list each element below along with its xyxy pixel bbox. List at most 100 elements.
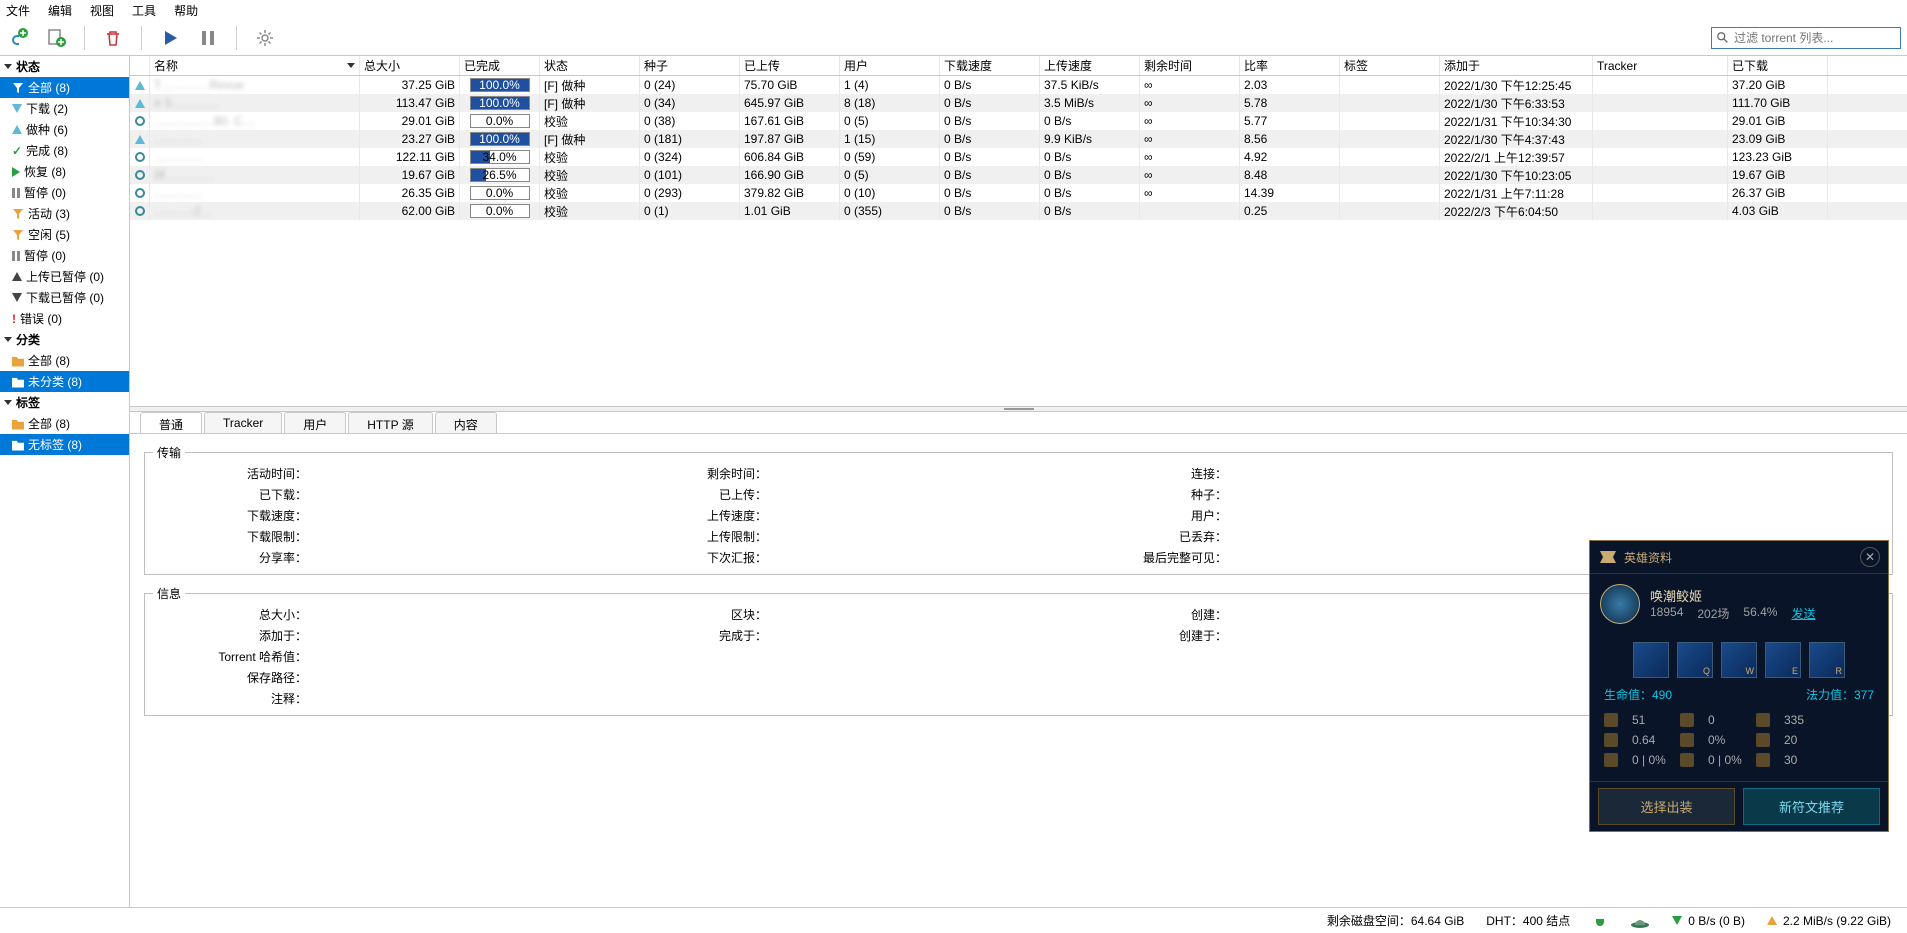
detail-label: 区块：	[613, 606, 773, 623]
sidebar-tags-header[interactable]: 标签	[0, 392, 129, 413]
col-downloaded[interactable]: 已下载	[1728, 56, 1828, 75]
overlay-close-button[interactable]: ✕	[1860, 547, 1880, 567]
sidebar-status-header[interactable]: 状态	[0, 56, 129, 77]
col-tracker[interactable]: Tracker	[1593, 56, 1728, 75]
detail-label	[1073, 648, 1233, 665]
toolbar	[0, 20, 1907, 56]
delete-button[interactable]	[101, 26, 125, 50]
sidebar-status-item[interactable]: 恢复 (8)	[0, 161, 129, 182]
col-status[interactable]: 状态	[540, 56, 640, 75]
search-icon	[1716, 31, 1730, 45]
status-alt-icon[interactable]	[1630, 914, 1650, 928]
ability-icon[interactable]: E	[1765, 642, 1801, 678]
col-eta[interactable]: 剩余时间	[1140, 56, 1240, 75]
abilities: QWER	[1590, 634, 1888, 686]
sidebar-tags-item[interactable]: 全部 (8)	[0, 413, 129, 434]
col-progress[interactable]: 已完成	[460, 56, 540, 75]
table-row[interactable]: e S………… 113.47 GiB 100.0% [F] 做种 0 (34) …	[130, 94, 1907, 112]
tab-peers[interactable]: 用户	[284, 412, 346, 433]
detail-label: 用户：	[1073, 507, 1233, 524]
upload-icon	[1767, 916, 1777, 925]
col-uploaded[interactable]: 已上传	[740, 56, 840, 75]
ability-icon[interactable]: R	[1809, 642, 1845, 678]
detail-label: 已下载：	[153, 486, 313, 503]
sidebar-status-item[interactable]: 上传已暂停 (0)	[0, 266, 129, 287]
col-size[interactable]: 总大小	[360, 56, 460, 75]
sidebar-status-item[interactable]: 全部 (8)	[0, 77, 129, 98]
detail-value	[313, 465, 613, 482]
tab-content[interactable]: 内容	[435, 412, 497, 433]
stat-value: 30	[1784, 753, 1824, 767]
menu-tools[interactable]: 工具	[132, 2, 156, 19]
table-row[interactable]: ………… 26.35 GiB 0.0% 校验 0 (293) 379.82 Gi…	[130, 184, 1907, 202]
status-ul[interactable]: 2.2 MiB/s (9.22 GiB)	[1767, 914, 1891, 928]
col-name[interactable]: 名称	[150, 56, 360, 75]
runes-button[interactable]: 新符文推荐	[1743, 788, 1880, 825]
col-dlspeed[interactable]: 下载速度	[940, 56, 1040, 75]
table-row[interactable]: ………-2… 62.00 GiB 0.0% 校验 0 (1) 1.01 GiB …	[130, 202, 1907, 220]
sidebar-status-item[interactable]: 下载已暂停 (0)	[0, 287, 129, 308]
sidebar-tags-item[interactable]: 无标签 (8)	[0, 434, 129, 455]
settings-button[interactable]	[253, 26, 277, 50]
table-header: 名称 总大小 已完成 状态 种子 已上传 用户 下载速度 上传速度 剩余时间 比…	[130, 56, 1907, 76]
stat-value: 20	[1784, 733, 1824, 747]
sidebar-status-item[interactable]: 暂停 (0)	[0, 182, 129, 203]
champion-avatar	[1600, 584, 1640, 624]
detail-label: 活动时间：	[153, 465, 313, 482]
table-row[interactable]: 环………… 19.67 GiB 26.5% 校验 0 (101) 166.90 …	[130, 166, 1907, 184]
stat-value: 0 | 0%	[1708, 753, 1748, 767]
tab-http[interactable]: HTTP 源	[348, 412, 432, 433]
menu-file[interactable]: 文件	[6, 2, 30, 19]
checking-icon	[134, 169, 145, 181]
sidebar-status-item[interactable]: ✓完成 (8)	[0, 140, 129, 161]
detail-label: 下次汇报：	[613, 549, 773, 566]
sidebar-status-item[interactable]: 暂停 (0)	[0, 245, 129, 266]
detail-label: 剩余时间：	[613, 465, 773, 482]
menu-help[interactable]: 帮助	[174, 2, 198, 19]
filter-input[interactable]	[1734, 31, 1896, 45]
torrent-table: 名称 总大小 已完成 状态 种子 已上传 用户 下载速度 上传速度 剩余时间 比…	[130, 56, 1907, 406]
table-row[interactable]: T…………Revue 37.25 GiB 100.0% [F] 做种 0 (24…	[130, 76, 1907, 94]
resume-button[interactable]	[158, 26, 182, 50]
status-dl[interactable]: 0 B/s (0 B)	[1672, 914, 1745, 928]
col-added[interactable]: 添加于	[1440, 56, 1593, 75]
sidebar-category-item[interactable]: 未分类 (8)	[0, 371, 129, 392]
add-file-button[interactable]	[44, 26, 68, 50]
col-peers[interactable]: 用户	[840, 56, 940, 75]
menu-view[interactable]: 视图	[90, 2, 114, 19]
ability-icon[interactable]: Q	[1677, 642, 1713, 678]
stat-value: 0.64	[1632, 733, 1672, 747]
ability-icon[interactable]	[1633, 642, 1669, 678]
toolbar-separator	[236, 26, 237, 50]
col-tags[interactable]: 标签	[1340, 56, 1440, 75]
table-row[interactable]: ………… 23.27 GiB 100.0% [F] 做种 0 (181) 197…	[130, 130, 1907, 148]
sidebar-status-item[interactable]: !错误 (0)	[0, 308, 129, 329]
sidebar-status-item[interactable]: 下载 (2)	[0, 98, 129, 119]
detail-label: 上传速度：	[613, 507, 773, 524]
status-plug-icon[interactable]	[1592, 913, 1608, 929]
detail-value	[313, 549, 613, 566]
menubar: 文件 编辑 视图 工具 帮助	[0, 0, 1907, 20]
overlay-logo-icon	[1598, 549, 1618, 565]
menu-edit[interactable]: 编辑	[48, 2, 72, 19]
add-link-button[interactable]	[6, 26, 30, 50]
tab-general[interactable]: 普通	[140, 412, 202, 433]
col-ratio[interactable]: 比率	[1240, 56, 1340, 75]
sidebar-status-item[interactable]: 做种 (6)	[0, 119, 129, 140]
sidebar: 状态全部 (8)下载 (2)做种 (6)✓完成 (8)恢复 (8)暂停 (0)活…	[0, 56, 130, 930]
tab-trackers[interactable]: Tracker	[204, 412, 282, 433]
sidebar-status-item[interactable]: 空闲 (5)	[0, 224, 129, 245]
pause-button[interactable]	[196, 26, 220, 50]
col-upspeed[interactable]: 上传速度	[1040, 56, 1140, 75]
hp-label: 生命值：490	[1604, 686, 1672, 703]
send-link[interactable]: 发送	[1791, 605, 1815, 622]
ability-icon[interactable]: W	[1721, 642, 1757, 678]
sidebar-category-item[interactable]: 全部 (8)	[0, 350, 129, 371]
table-row[interactable]: ……………80. C… 29.01 GiB 0.0% 校验 0 (38) 167…	[130, 112, 1907, 130]
sidebar-category-header[interactable]: 分类	[0, 329, 129, 350]
detail-value	[313, 669, 613, 686]
sidebar-status-item[interactable]: 活动 (3)	[0, 203, 129, 224]
build-button[interactable]: 选择出装	[1598, 788, 1735, 825]
col-seeds[interactable]: 种子	[640, 56, 740, 75]
table-row[interactable]: ………… 122.11 GiB 34.0% 校验 0 (324) 606.84 …	[130, 148, 1907, 166]
